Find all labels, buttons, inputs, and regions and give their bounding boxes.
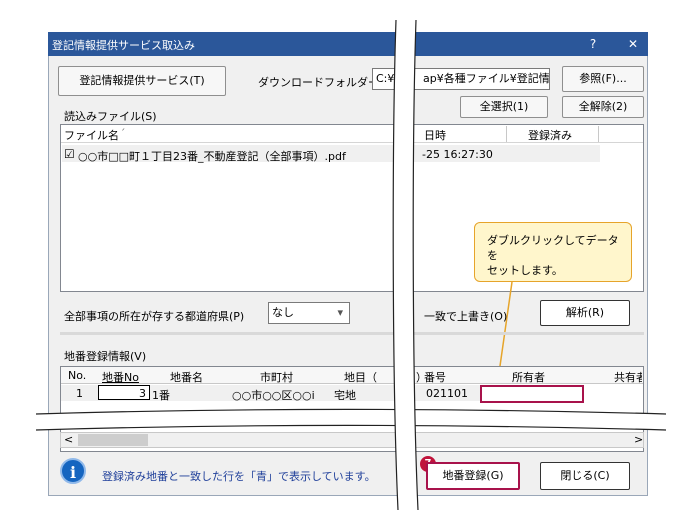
chiban-name-cell: 1番: [152, 389, 170, 402]
file-name-cell: ○○市□□町１丁目23番_不動産登記（全部事項）.pdf: [78, 150, 346, 163]
sort-indicator-icon: ˊ: [120, 127, 126, 140]
chiban-no-column-header[interactable]: 地番No: [102, 369, 139, 385]
prefecture-value: なし: [272, 306, 294, 319]
deselect-all-button[interactable]: 全解除(2): [562, 96, 644, 118]
file-list-label: 読込みファイル(S): [64, 110, 157, 123]
chiban-no-value: 3: [139, 387, 146, 400]
tooltip-callout: ダブルクリックしてデータを セットします。: [474, 222, 632, 282]
chiban-no-cell[interactable]: 3: [98, 385, 150, 400]
help-button[interactable]: ?: [578, 33, 608, 55]
owner-cell-highlight[interactable]: [480, 385, 584, 403]
status-text: 登録済み地番と一致した行を「青」で表示しています。: [102, 470, 376, 483]
info-icon: i: [60, 458, 86, 484]
filename-column-header[interactable]: ファイル名: [64, 127, 119, 143]
scroll-left-button[interactable]: <: [64, 433, 73, 446]
window-title: 登記情報提供サービス取込み: [52, 39, 195, 52]
coowner-column-header[interactable]: 共有者: [614, 369, 642, 385]
tooltip-line-1: ダブルクリックしてデータを: [487, 234, 619, 262]
city-cell: ○○市○○区○○ⅰ: [232, 389, 315, 402]
download-folder-value-right: ap¥各種ファイル¥登記情報サ-: [423, 72, 550, 85]
chevron-down-icon: ▾: [337, 306, 343, 319]
close-button[interactable]: 閉じる(C): [540, 462, 630, 490]
select-all-button[interactable]: 全選択(1): [460, 96, 548, 118]
column-divider: [506, 126, 507, 142]
analyze-button[interactable]: 解析(R): [540, 300, 630, 326]
prefecture-select[interactable]: なし ▾: [268, 302, 350, 324]
progress-bar: [60, 332, 644, 335]
chimoku-column-header[interactable]: 地目（: [344, 369, 377, 385]
register-chiban-button[interactable]: 地番登録(G): [426, 462, 520, 490]
file-checkbox[interactable]: ☑: [64, 147, 75, 161]
city-column-header[interactable]: 市町村: [260, 369, 293, 385]
service-button[interactable]: 登記情報提供サービス(T): [58, 66, 226, 96]
prefecture-label: 全部事項の所在が存する都道府県(P): [64, 310, 245, 323]
vertical-break-band: [392, 20, 419, 510]
scroll-right-button[interactable]: >: [634, 433, 643, 446]
chimoku-cell: 宅地: [334, 389, 356, 402]
help-icon: ?: [589, 37, 597, 51]
owner-column-header[interactable]: 所有者: [512, 369, 545, 385]
browse-button[interactable]: 参照(F)...: [562, 66, 644, 92]
registered-column-header[interactable]: 登録済み: [528, 127, 572, 143]
close-icon: ✕: [627, 37, 639, 51]
no-column-header[interactable]: No.: [68, 369, 86, 382]
tooltip-line-2: セットします。: [487, 264, 563, 277]
close-window-button[interactable]: ✕: [618, 33, 648, 55]
column-divider: [598, 126, 599, 142]
chiban-name-column-header[interactable]: 地番名: [170, 369, 203, 385]
row-no-cell: 1: [76, 387, 83, 400]
chiban-label: 地番登録情報(V): [64, 350, 147, 363]
scrollbar-thumb[interactable]: [78, 434, 148, 446]
